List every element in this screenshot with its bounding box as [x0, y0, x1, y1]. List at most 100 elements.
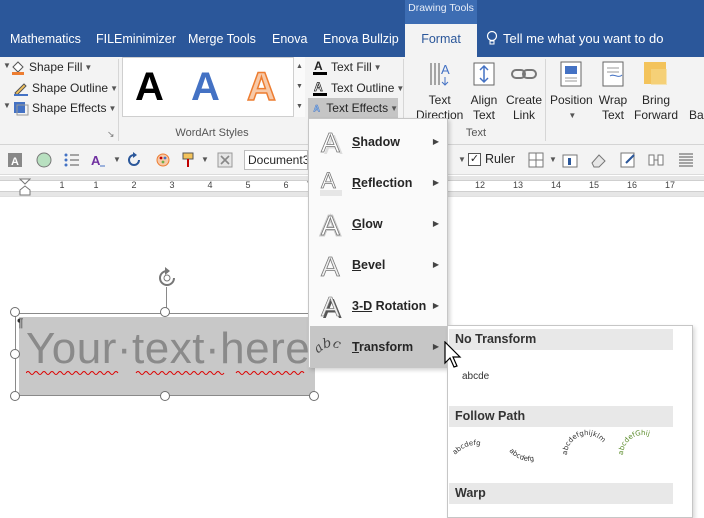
resize-handle-sw[interactable]	[10, 391, 20, 401]
menu-item-reflection[interactable]: A Reflection ▶	[310, 162, 447, 203]
text-outline-button[interactable]: A Text Outline ▼	[308, 78, 404, 98]
shape-outline-label: Shape Outline	[32, 81, 109, 95]
shape-style-more[interactable]: ▼	[3, 101, 11, 110]
mouse-pointer-icon	[444, 341, 462, 368]
spellcheck-underline	[26, 371, 305, 375]
position-button[interactable]: Position ▼	[550, 59, 593, 123]
shape-effects-icon	[14, 102, 29, 116]
shape-styles-launcher-icon[interactable]: ↘	[107, 129, 115, 140]
text-outline-icon: A	[313, 80, 327, 96]
create-link-button[interactable]: Create Link	[506, 59, 542, 123]
format-painter-caret-icon[interactable]: ▼	[201, 155, 209, 164]
resize-handle-s[interactable]	[160, 391, 170, 401]
svg-text:A: A	[321, 210, 340, 239]
text-direction-button[interactable]: A Text Direction	[416, 59, 463, 123]
position-icon	[560, 61, 582, 87]
ruler-number: 1	[59, 180, 65, 190]
combo-caret-icon[interactable]: ▼	[458, 155, 466, 164]
tab-mathematics[interactable]: Mathematics	[10, 32, 81, 46]
refresh-icon[interactable]	[126, 152, 142, 168]
resize-handle-w[interactable]	[10, 349, 20, 359]
wordart-gallery[interactable]: A A A	[122, 57, 294, 117]
wrap-text-label-2: Text	[601, 108, 624, 122]
align-justify-icon[interactable]	[678, 152, 694, 168]
wordart-style-orange[interactable]: A	[246, 64, 276, 110]
send-backward-button[interactable]: Bac	[689, 108, 704, 123]
shape-style-arrow[interactable]: ▼	[3, 61, 11, 70]
position-label: Position	[550, 93, 593, 107]
edit-page-icon[interactable]	[620, 152, 636, 168]
shape-effects-label: Shape Effects	[32, 101, 107, 115]
shape-outline-button[interactable]: Shape Outline ▼	[13, 78, 118, 98]
svg-text:A: A	[314, 80, 323, 94]
resize-handle-se[interactable]	[309, 391, 319, 401]
tab-enova[interactable]: Enova	[272, 32, 307, 46]
tab-format[interactable]: Format	[405, 24, 477, 57]
shape-effects-button[interactable]: Shape Effects ▼	[13, 98, 116, 118]
menu-item-3d-rotation[interactable]: A A 3-D Rotation ▶	[310, 285, 447, 326]
menu-item-transform[interactable]: abc Transform ▶	[310, 326, 447, 367]
paint-bucket-icon	[12, 61, 24, 75]
group-label-wordart: WordArt Styles	[175, 127, 249, 139]
tab-merge-tools[interactable]: Merge Tools	[188, 32, 256, 46]
svg-text:A: A	[313, 104, 320, 114]
path-arch-up[interactable]: abcdefg	[451, 439, 481, 456]
wordart-style-blue[interactable]: A	[191, 64, 220, 110]
color-palette-icon[interactable]	[155, 152, 171, 168]
table-grid-icon[interactable]	[528, 152, 544, 168]
gallery-up-icon[interactable]: ▲	[294, 57, 305, 77]
text-effects-quick-caret-icon[interactable]: ▼	[113, 155, 121, 164]
gallery-down-icon[interactable]: ▼	[294, 77, 305, 97]
gallery-scroll[interactable]: ▲ ▼ ▼	[293, 57, 305, 117]
text-fill-button[interactable]: A Text Fill ▼	[308, 57, 382, 77]
document-combo[interactable]: Document3	[244, 150, 308, 170]
ruler-number: 3	[169, 180, 175, 190]
rotate-handle-icon[interactable]	[155, 266, 179, 290]
tab-fileminimizer[interactable]: FILEminimizer	[96, 32, 176, 46]
ruler-checkbox[interactable]: ✓	[468, 152, 481, 166]
info-page-icon[interactable]	[562, 152, 578, 168]
menu-item-bevel[interactable]: A Bevel ▶	[310, 244, 447, 285]
resize-handle-n[interactable]	[160, 307, 170, 317]
eraser-icon[interactable]	[590, 152, 606, 168]
submenu-arrow-icon: ▶	[432, 137, 439, 146]
text-box[interactable]: Your·text·here	[15, 313, 315, 396]
bring-forward-button[interactable]: Bring Forward	[634, 59, 678, 123]
tell-me-box[interactable]: Tell me what you want to do	[486, 30, 663, 46]
wordart-style-black[interactable]: A	[135, 64, 164, 110]
text-effects-quick-icon[interactable]: A	[90, 152, 106, 168]
section-follow-path: Follow Path	[449, 406, 673, 427]
wrap-text-button[interactable]: Wrap Text	[598, 59, 628, 123]
bullet-list-icon[interactable]	[64, 152, 80, 168]
bevel-icon: A	[321, 250, 341, 279]
resize-handle-nw[interactable]	[10, 307, 20, 317]
submenu-arrow-icon: ▶	[432, 342, 439, 351]
glow-icon: A A	[320, 209, 342, 239]
align-text-button[interactable]: Align Text	[469, 59, 499, 123]
delete-box-icon[interactable]	[217, 152, 233, 168]
ellipse-shape-icon[interactable]	[36, 152, 52, 168]
gallery-more-icon[interactable]: ▼	[294, 97, 305, 117]
format-painter-icon[interactable]	[180, 152, 196, 168]
ruler-toggle[interactable]: ✓ Ruler	[468, 152, 515, 166]
path-button[interactable]: abcdefGhij	[617, 429, 651, 455]
paragraph-mark: ¶	[17, 316, 24, 330]
follow-path-options[interactable]: abcdefg abcdefg abcdefghijklm abcdefGhij	[449, 425, 673, 483]
tab-enova-bullzip[interactable]: Enova Bullzip	[323, 32, 399, 46]
columns-icon[interactable]	[648, 152, 664, 168]
ruler-number: 15	[588, 180, 599, 190]
shape-fill-button[interactable]: Shape Fill ▼	[10, 57, 92, 77]
path-circle[interactable]: abcdefghijklm	[561, 429, 607, 455]
no-transform-option[interactable]: abcde	[462, 371, 489, 382]
table-caret-icon[interactable]: ▼	[549, 155, 557, 164]
text-effects-button[interactable]: A Text Effects ▼	[308, 98, 398, 118]
indent-marker-icon[interactable]	[19, 178, 31, 196]
path-arch-down[interactable]: abcdefg	[508, 447, 535, 463]
svg-text:A: A	[91, 153, 101, 168]
text-box-icon[interactable]: A	[7, 152, 23, 168]
menu-item-glow[interactable]: A A Glow ▶	[310, 203, 447, 244]
svg-text:A: A	[321, 127, 340, 157]
svg-text:A: A	[441, 62, 450, 77]
menu-item-shadow[interactable]: A A Shadow ▶	[310, 121, 447, 162]
text-box-content[interactable]: Your·text·here	[26, 324, 310, 374]
